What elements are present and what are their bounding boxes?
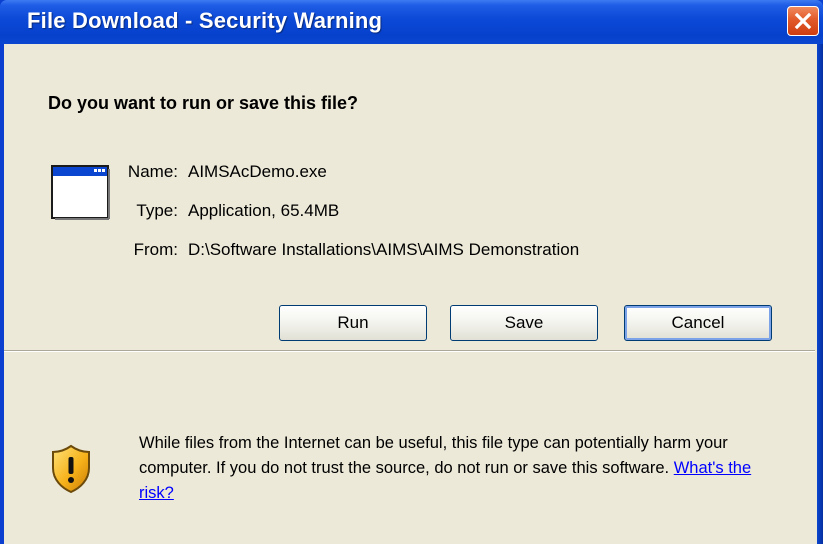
dialog-question: Do you want to run or save this file? bbox=[48, 93, 359, 113]
name-label: Name: bbox=[127, 162, 178, 181]
from-value: D:\Software Installations\AIMS\AIMS Demo… bbox=[188, 240, 580, 259]
window-title: File Download - Security Warning bbox=[27, 8, 383, 33]
type-value: Application, 65.4MB bbox=[188, 201, 340, 220]
dialog-window: File Download - Security Warning Do you … bbox=[0, 0, 823, 544]
run-button[interactable]: Run bbox=[279, 305, 427, 341]
name-value: AIMSAcDemo.exe bbox=[188, 162, 327, 181]
window-border bbox=[817, 44, 823, 544]
shield-warning-icon bbox=[50, 444, 92, 499]
title-bar[interactable]: File Download - Security Warning bbox=[0, 0, 823, 44]
save-button[interactable]: Save bbox=[450, 305, 598, 341]
cancel-button[interactable]: Cancel bbox=[624, 305, 772, 341]
dialog-body: Do you want to run or save this file? Na… bbox=[4, 44, 817, 544]
from-label: From: bbox=[133, 240, 178, 259]
warning-message: While files from the Internet can be use… bbox=[139, 434, 728, 477]
close-button[interactable] bbox=[787, 6, 819, 36]
close-icon bbox=[794, 12, 812, 30]
security-warning-text: While files from the Internet can be use… bbox=[139, 431, 789, 506]
divider bbox=[4, 350, 815, 352]
type-label: Type: bbox=[136, 201, 178, 220]
